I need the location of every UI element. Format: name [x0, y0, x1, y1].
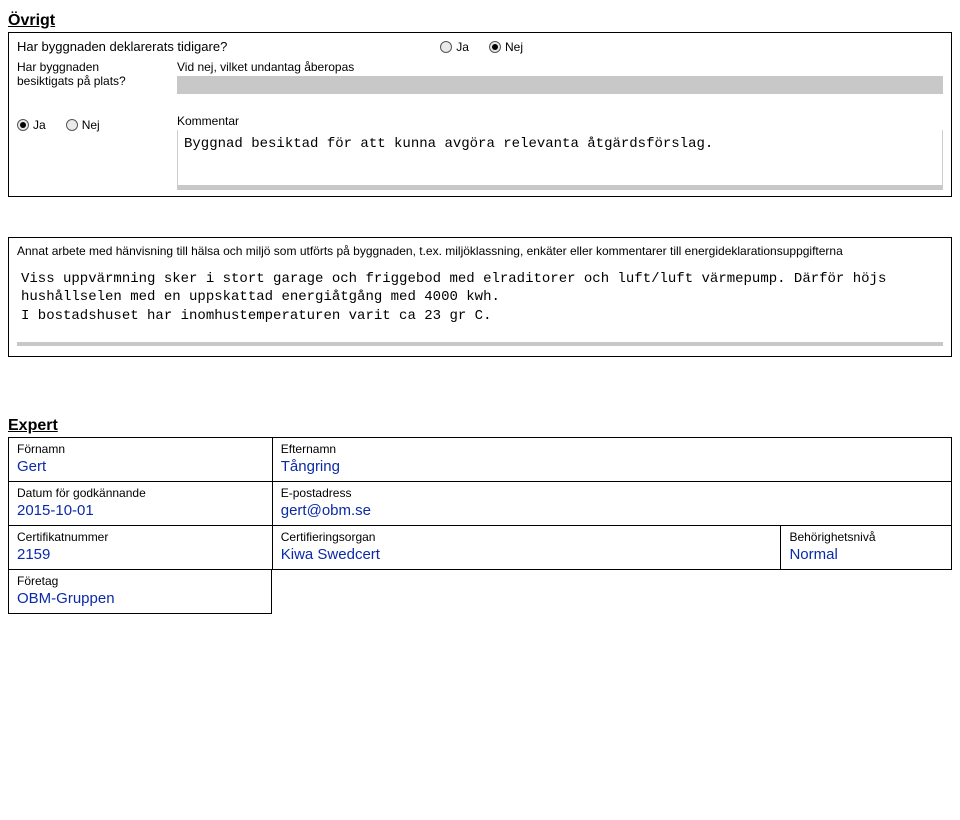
radio-icon — [440, 41, 452, 53]
radio-q1-nej[interactable]: Nej — [489, 40, 523, 54]
undantag-input[interactable] — [177, 76, 943, 94]
kommentar-label: Kommentar — [177, 114, 943, 128]
radio-label-ja: Ja — [33, 118, 46, 132]
radio-icon — [66, 119, 78, 131]
cert-value: 2159 — [17, 546, 264, 563]
efternamn-cell: Efternamn Tångring — [273, 438, 951, 481]
radio-q1-ja[interactable]: Ja — [440, 40, 469, 54]
niv-label: Behörighetsnivå — [789, 530, 943, 544]
cert-label: Certifikatnummer — [17, 530, 264, 544]
question-inspected-onsite: Har byggnaden besiktigats på plats? — [17, 60, 157, 89]
datum-cell: Datum för godkännande 2015-10-01 — [9, 482, 273, 525]
organ-label: Certifieringsorgan — [281, 530, 773, 544]
ovrigt-box: Har byggnaden deklarerats tidigare? Ja N… — [8, 32, 952, 197]
cert-cell: Certifikatnummer 2159 — [9, 526, 273, 569]
radio-icon — [17, 119, 29, 131]
epost-cell: E-postadress gert@obm.se — [273, 482, 951, 525]
radio-icon — [489, 41, 501, 53]
efternamn-value: Tångring — [281, 458, 943, 475]
radio-q3-nej[interactable]: Nej — [66, 118, 100, 132]
efternamn-label: Efternamn — [281, 442, 943, 456]
annat-arbete-box: Annat arbete med hänvisning till hälsa o… — [8, 237, 952, 357]
niv-value: Normal — [789, 546, 943, 563]
foretag-label: Företag — [17, 574, 263, 588]
radio-label-ja: Ja — [456, 40, 469, 54]
radio-q3-ja[interactable]: Ja — [17, 118, 46, 132]
annat-text[interactable]: Viss uppvärmning sker i stort garage och… — [17, 266, 943, 347]
epost-value: gert@obm.se — [281, 502, 943, 519]
fornamn-label: Förnamn — [17, 442, 264, 456]
organ-cell: Certifieringsorgan Kiwa Swedcert — [273, 526, 782, 569]
organ-value: Kiwa Swedcert — [281, 546, 773, 563]
fornamn-cell: Förnamn Gert — [9, 438, 273, 481]
question-declared-before: Har byggnaden deklarerats tidigare? — [17, 39, 227, 54]
foretag-cell: Företag OBM-Gruppen — [9, 570, 271, 613]
fornamn-value: Gert — [17, 458, 264, 475]
annat-label: Annat arbete med hänvisning till hälsa o… — [17, 244, 943, 260]
section-title-ovrigt: Övrigt — [8, 12, 952, 30]
datum-label: Datum för godkännande — [17, 486, 264, 500]
niv-cell: Behörighetsnivå Normal — [781, 526, 951, 569]
epost-label: E-postadress — [281, 486, 943, 500]
section-title-expert: Expert — [8, 417, 952, 435]
foretag-value: OBM-Gruppen — [17, 590, 263, 607]
datum-value: 2015-10-01 — [17, 502, 264, 519]
radio-label-nej: Nej — [82, 118, 100, 132]
radio-label-nej: Nej — [505, 40, 523, 54]
expert-grid: Förnamn Gert Efternamn Tångring Datum fö… — [8, 437, 952, 614]
kommentar-text[interactable]: Byggnad besiktad för att kunna avgöra re… — [177, 130, 943, 190]
undantag-label: Vid nej, vilket undantag åberopas — [177, 60, 943, 74]
